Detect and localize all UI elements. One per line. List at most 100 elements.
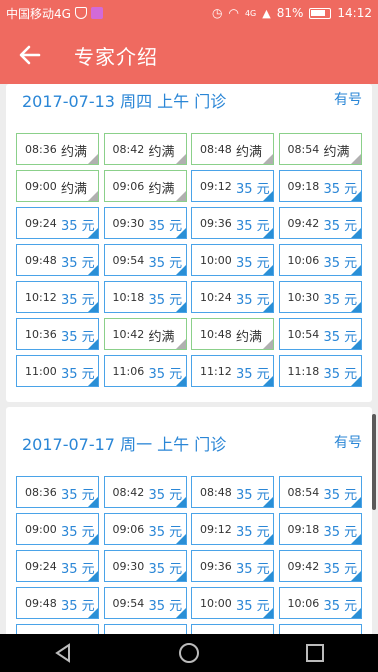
time-slot[interactable]: 10:1835 元 bbox=[103, 624, 187, 634]
slot-time: 09:42 bbox=[287, 560, 320, 573]
time-slot[interactable]: 08:36 约满 bbox=[16, 133, 99, 165]
time-slot[interactable]: 09:42 35 元 bbox=[278, 207, 362, 239]
slot-time: 08:48 bbox=[200, 486, 232, 499]
time-slot[interactable]: 09:06 约满 bbox=[103, 170, 187, 202]
slot-time: 09:30 bbox=[112, 217, 145, 230]
slot-time: 09:18 bbox=[287, 523, 320, 536]
navigation-bar bbox=[0, 634, 378, 672]
corner-marker-icon bbox=[175, 571, 186, 581]
time-slot[interactable]: 10:00 35 元 bbox=[191, 244, 274, 276]
corner-marker-icon bbox=[175, 191, 186, 201]
time-slot[interactable]: 09:06 35 元 bbox=[103, 513, 187, 545]
slot-time: 08:36 bbox=[25, 486, 57, 499]
gallery-icon bbox=[90, 7, 103, 19]
availability-status: 有号 bbox=[334, 92, 362, 108]
time-slot[interactable]: 10:2435 元 bbox=[191, 624, 274, 634]
corner-marker-icon bbox=[263, 608, 273, 618]
time-slot[interactable]: 09:54 35 元 bbox=[103, 587, 187, 619]
slot-time: 09:24 bbox=[25, 560, 57, 573]
slot-time: 09:48 bbox=[25, 597, 57, 610]
back-button[interactable] bbox=[0, 26, 60, 84]
time-slot[interactable]: 08:54 35 元 bbox=[278, 476, 362, 508]
time-slot[interactable]: 10:2435 元 bbox=[191, 281, 274, 313]
time-slot[interactable]: 08:42 35 元 bbox=[103, 476, 187, 508]
time-slot[interactable]: 09:00 约满 bbox=[16, 170, 99, 202]
slot-time: 10:00 bbox=[200, 597, 232, 610]
time-slot[interactable]: 11:12 35 元 bbox=[191, 355, 274, 387]
corner-marker-icon bbox=[263, 376, 273, 386]
corner-marker-icon bbox=[263, 228, 273, 238]
time-slot[interactable]: 09:24 35 元 bbox=[16, 550, 99, 582]
time-slot[interactable]: 10:54 35 元 bbox=[278, 318, 362, 350]
time-slot[interactable]: 09:12 35 元 bbox=[191, 513, 274, 545]
slot-time: 10:24 bbox=[200, 291, 232, 304]
corner-marker-icon bbox=[263, 571, 273, 581]
time-slot[interactable]: 11:06 35 元 bbox=[103, 355, 187, 387]
time-slot[interactable]: 09:18 35 元 bbox=[278, 170, 362, 202]
corner-marker-icon bbox=[175, 608, 186, 618]
slot-time: 10:12 bbox=[25, 291, 57, 304]
signal-icon: ▲ bbox=[262, 6, 271, 20]
time-slot[interactable]: 09:48 35 元 bbox=[16, 244, 99, 276]
time-slot[interactable]: 10:42 约满 bbox=[103, 318, 187, 350]
corner-marker-icon bbox=[88, 608, 98, 618]
time-slot[interactable]: 09:24 35 元 bbox=[16, 207, 99, 239]
availability-status: 有号 bbox=[334, 435, 362, 451]
time-slot[interactable]: 08:48 约满 bbox=[191, 133, 274, 165]
schedule-list[interactable]: 2017-07-13 周四 上午 门诊 有号 08:36 约满 08:42 约满 08:… bbox=[0, 84, 378, 634]
shield-icon bbox=[74, 7, 87, 19]
time-slot[interactable]: 10:1835 元 bbox=[103, 281, 187, 313]
time-slot[interactable]: 09:00 35 元 bbox=[16, 513, 99, 545]
time-slot[interactable]: 10:1235 元 bbox=[16, 281, 99, 313]
slot-full-label: 约满 bbox=[148, 330, 175, 345]
recents-nav-icon[interactable] bbox=[303, 641, 327, 665]
slot-time: 11:12 bbox=[200, 365, 232, 378]
time-slot[interactable]: 08:36 35 元 bbox=[16, 476, 99, 508]
time-slot[interactable]: 10:00 35 元 bbox=[191, 587, 274, 619]
slot-time: 10:00 bbox=[200, 254, 232, 267]
corner-marker-icon bbox=[88, 571, 98, 581]
time-slot[interactable]: 09:30 35 元 bbox=[103, 207, 187, 239]
schedule-date: 2017-07-13 周四 上午 门诊 bbox=[22, 92, 227, 111]
slot-time: 09:36 bbox=[200, 217, 232, 230]
time-slot[interactable]: 10:3035 元 bbox=[278, 281, 362, 313]
slot-time: 09:30 bbox=[112, 560, 145, 573]
time-slot[interactable]: 09:18 35 元 bbox=[278, 513, 362, 545]
slot-time: 11:06 bbox=[112, 365, 145, 378]
time-slot[interactable]: 10:36 35 元 bbox=[16, 318, 99, 350]
time-slot[interactable]: 09:12 35 元 bbox=[191, 170, 274, 202]
slot-time: 10:06 bbox=[287, 254, 320, 267]
time-slot[interactable]: 09:30 35 元 bbox=[103, 550, 187, 582]
slot-time: 08:54 bbox=[287, 143, 320, 156]
schedule-card-header: 2017-07-13 周四 上午 门诊 有号 bbox=[6, 84, 372, 114]
back-arrow-icon bbox=[19, 45, 41, 65]
slot-time: 09:06 bbox=[112, 523, 145, 536]
slot-time: 11:18 bbox=[287, 365, 320, 378]
time-slot[interactable]: 08:48 35 元 bbox=[191, 476, 274, 508]
corner-marker-icon bbox=[350, 571, 361, 581]
time-slot[interactable]: 09:54 35 元 bbox=[103, 244, 187, 276]
time-slot[interactable]: 10:3035 元 bbox=[278, 624, 362, 634]
time-slot[interactable]: 09:48 35 元 bbox=[16, 587, 99, 619]
time-slot[interactable]: 09:36 35 元 bbox=[191, 207, 274, 239]
time-slot[interactable]: 08:54 约满 bbox=[278, 133, 362, 165]
corner-marker-icon bbox=[263, 534, 273, 544]
time-slot[interactable]: 09:36 35 元 bbox=[191, 550, 274, 582]
time-slot[interactable]: 10:06 35 元 bbox=[278, 244, 362, 276]
time-slot[interactable]: 11:00 35 元 bbox=[16, 355, 99, 387]
home-nav-icon[interactable] bbox=[177, 641, 201, 665]
back-nav-icon[interactable] bbox=[51, 641, 75, 665]
time-slot[interactable]: 10:1235 元 bbox=[16, 624, 99, 634]
slot-time: 08:42 bbox=[112, 486, 145, 499]
battery-icon bbox=[309, 7, 332, 19]
slot-time: 09:06 bbox=[112, 180, 145, 193]
time-slot[interactable]: 10:48 约满 bbox=[191, 318, 274, 350]
slot-full-label: 约满 bbox=[236, 330, 263, 345]
time-slot[interactable]: 08:42 约满 bbox=[103, 133, 187, 165]
corner-marker-icon bbox=[88, 154, 98, 164]
scrollbar[interactable] bbox=[372, 414, 376, 510]
time-slot[interactable]: 11:18 35 元 bbox=[278, 355, 362, 387]
time-slot[interactable]: 09:42 35 元 bbox=[278, 550, 362, 582]
time-slot[interactable]: 10:06 35 元 bbox=[278, 587, 362, 619]
corner-marker-icon bbox=[263, 191, 273, 201]
